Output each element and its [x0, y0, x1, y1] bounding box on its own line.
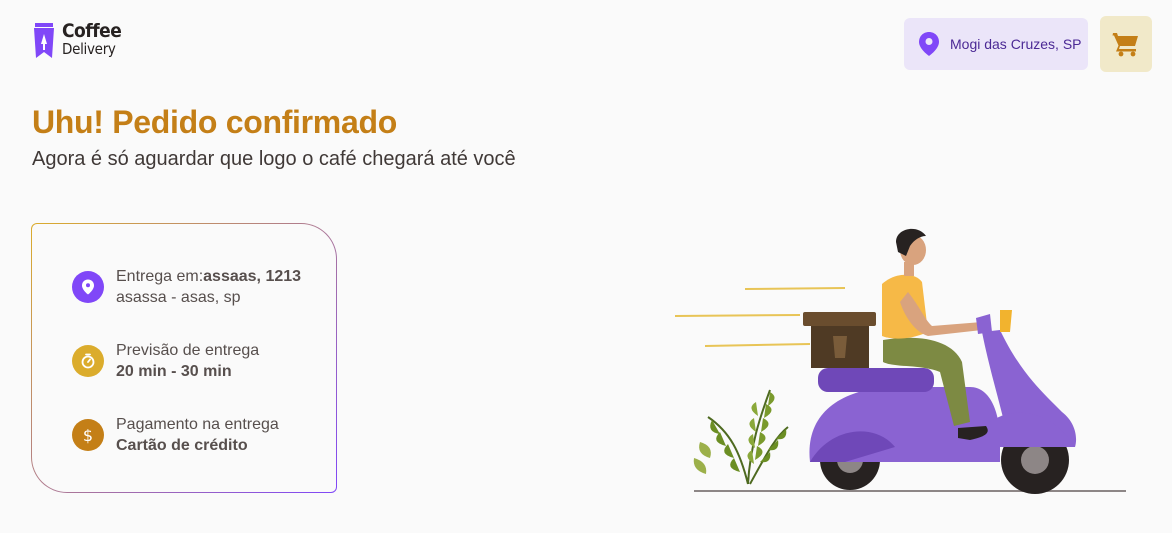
cart-button[interactable] — [1100, 16, 1152, 72]
payment-label: Pagamento na entrega — [116, 416, 279, 433]
page-title: Uhu! Pedido confirmado — [32, 104, 397, 140]
dollar-icon: $ — [72, 419, 104, 451]
delivery-time-label: Previsão de entrega — [116, 342, 260, 359]
delivery-address-text: Entrega em:assaas, 1213 asassa - asas, s… — [116, 266, 301, 308]
map-pin-icon — [919, 32, 939, 56]
delivery-address-detail: asassa - asas, sp — [116, 289, 241, 306]
delivery-time-info: Previsão de entrega 20 min - 30 min — [72, 340, 259, 382]
location-badge[interactable]: Mogi das Cruzes, SP — [904, 18, 1088, 70]
delivery-address-street: assaas, 1213 — [203, 268, 302, 285]
logo-line-2: Delivery — [62, 40, 116, 58]
coffee-cup-logo-icon — [34, 23, 54, 58]
dollar-symbol: $ — [82, 425, 94, 445]
logo-line-1: Coffee — [62, 20, 122, 42]
payment-info: $ Pagamento na entrega Cartão de crédito — [72, 414, 279, 456]
delivery-scooter-illustration — [674, 228, 1126, 494]
location-label: Mogi das Cruzes, SP — [950, 36, 1082, 52]
delivery-time-text: Previsão de entrega 20 min - 30 min — [116, 340, 259, 382]
order-info-card-content: Entrega em:assaas, 1213 asassa - asas, s… — [32, 224, 336, 492]
payment-text: Pagamento na entrega Cartão de crédito — [116, 414, 279, 456]
map-pin-icon — [72, 271, 104, 303]
logo[interactable]: Coffee Delivery — [32, 20, 122, 60]
delivery-address-info: Entrega em:assaas, 1213 asassa - asas, s… — [72, 266, 301, 308]
order-info-card: Entrega em:assaas, 1213 asassa - asas, s… — [31, 223, 337, 493]
logo-text: Coffee Delivery — [62, 20, 122, 59]
delivery-address-prefix: Entrega em: — [116, 268, 204, 285]
page-subtitle: Agora é só aguardar que logo o café cheg… — [32, 148, 516, 170]
payment-value: Cartão de crédito — [116, 437, 248, 454]
shopping-cart-icon — [1112, 33, 1138, 57]
delivery-time-value: 20 min - 30 min — [116, 363, 232, 380]
timer-icon — [72, 345, 104, 377]
plant-icon — [693, 389, 789, 485]
